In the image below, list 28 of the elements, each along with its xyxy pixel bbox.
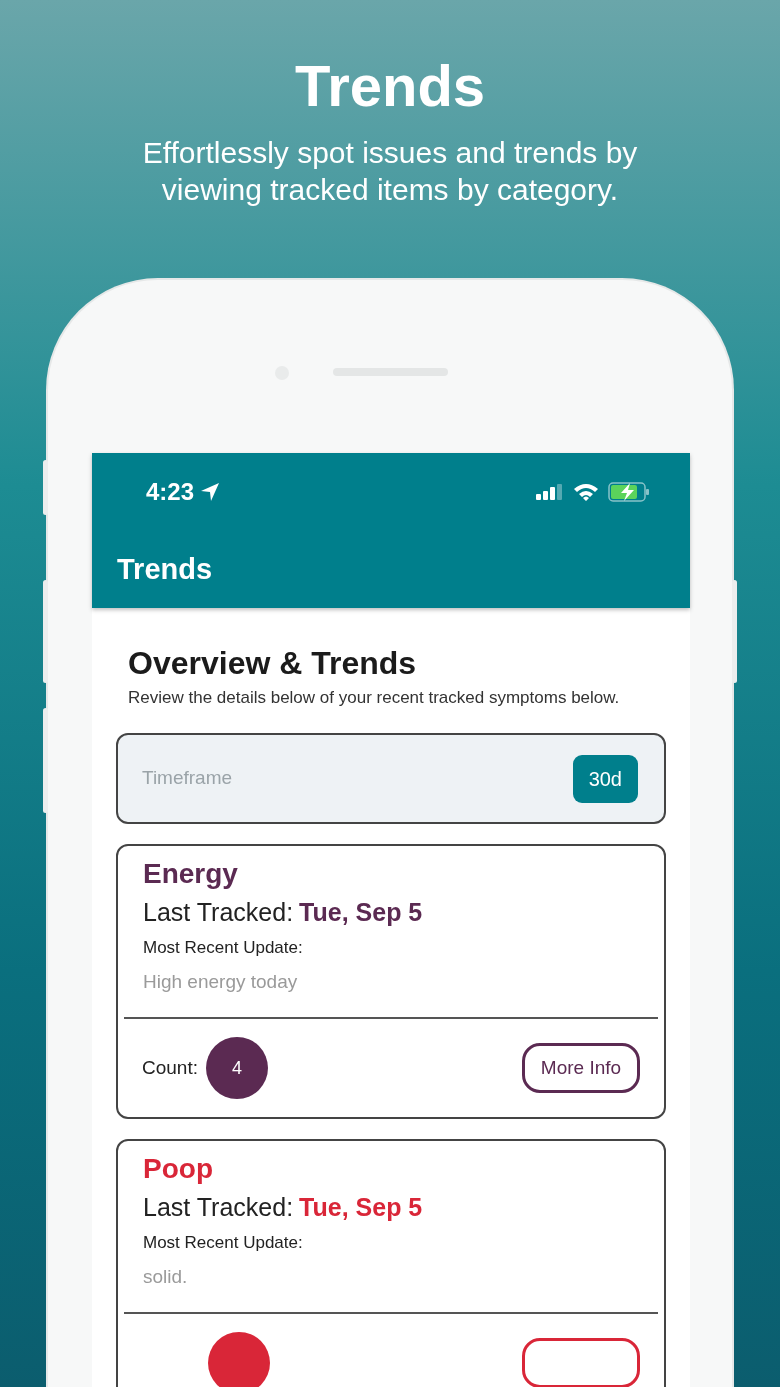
card-title: Energy bbox=[143, 857, 239, 891]
location-arrow-icon bbox=[200, 481, 221, 502]
timeframe-placeholder: Timeframe bbox=[142, 766, 233, 791]
signal-icon bbox=[536, 483, 564, 500]
card-title: Poop bbox=[143, 1152, 214, 1186]
count-label: Count: bbox=[142, 1055, 198, 1080]
count-badge: 4 bbox=[206, 1037, 268, 1099]
update-text: High energy today bbox=[143, 970, 299, 994]
battery-charging-icon bbox=[608, 481, 650, 502]
last-tracked-date: Tue, Sep 5 bbox=[299, 897, 423, 928]
timeframe-button[interactable]: 30d bbox=[572, 754, 638, 803]
count-badge bbox=[208, 1332, 270, 1387]
last-tracked-label: Last Tracked: bbox=[143, 1192, 294, 1223]
timeframe-field[interactable]: Timeframe 30d bbox=[116, 733, 666, 824]
last-tracked-label: Last Tracked: bbox=[143, 897, 294, 928]
update-label: Most Recent Update: bbox=[143, 937, 304, 959]
update-label: Most Recent Update: bbox=[143, 1232, 304, 1254]
banner-title: Trends bbox=[294, 52, 486, 120]
banner-subtitle: Effortlessly spot issues and trends by viewing tracked items by category. bbox=[141, 135, 639, 208]
more-info-button[interactable] bbox=[522, 1338, 640, 1387]
wifi-icon bbox=[573, 482, 599, 501]
more-info-button[interactable]: More Info bbox=[522, 1043, 640, 1093]
status-time: 4:23 bbox=[146, 476, 195, 507]
section-title: Overview & Trends bbox=[127, 644, 418, 682]
last-tracked-date: Tue, Sep 5 bbox=[299, 1192, 423, 1223]
section-description: Review the details below of your recent tracked symptoms below. bbox=[127, 687, 621, 709]
app-title: Trends bbox=[116, 552, 214, 587]
update-text: solid. bbox=[143, 1265, 189, 1289]
